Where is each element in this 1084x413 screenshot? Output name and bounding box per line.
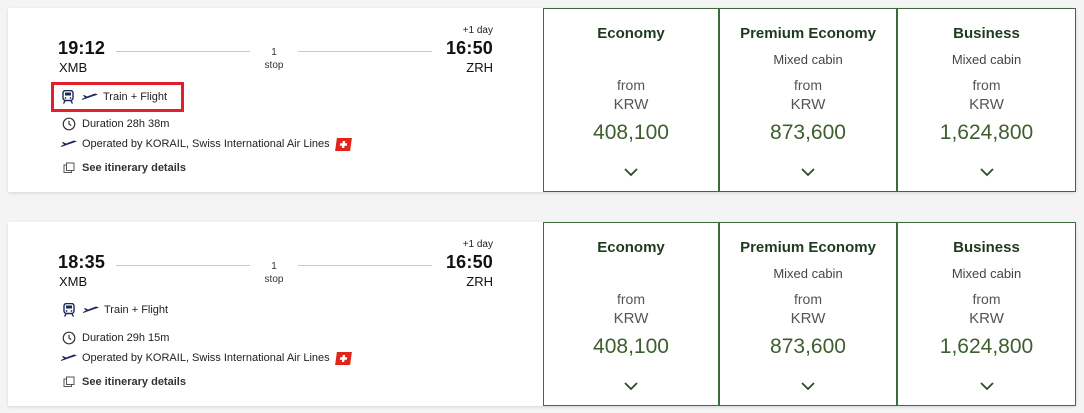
cabin-note: Mixed cabin xyxy=(951,52,1022,67)
cabin-note: Mixed cabin xyxy=(773,52,843,67)
fare-price: 1,624,800 xyxy=(939,121,1034,144)
plane-icon xyxy=(82,302,100,318)
train-icon xyxy=(59,89,77,105)
from-label: from xyxy=(972,291,1001,307)
cabin-name: Business xyxy=(953,239,1020,256)
stops-count: 1 xyxy=(271,47,277,58)
duration-row: Duration 29h 15m xyxy=(60,330,169,346)
chevron-down-icon xyxy=(624,382,638,391)
stops-indicator: 1 stop xyxy=(250,46,298,72)
from-label: from xyxy=(972,77,1001,93)
swiss-flag-icon xyxy=(334,351,352,365)
duration-row: Duration 28h 38m xyxy=(60,116,169,132)
cabin-note: Mixed cabin xyxy=(773,266,843,281)
fare-economy[interactable]: Economy from KRW 408,100 xyxy=(543,8,719,192)
arrival-day-offset: +1 day xyxy=(462,25,493,36)
clock-icon xyxy=(60,330,78,346)
flight-result-card: 18:35 XMB 1 stop +1 day 16:50 ZRH Train … xyxy=(8,222,1076,406)
flight-summary: 18:35 XMB 1 stop +1 day 16:50 ZRH Train … xyxy=(8,222,543,406)
external-link-icon xyxy=(60,160,78,176)
chevron-down-icon xyxy=(801,168,815,177)
chevron-down-icon xyxy=(979,382,994,391)
duration-label: Duration 29h 15m xyxy=(82,332,170,344)
chevron-down-icon xyxy=(801,382,815,391)
arrival-time: 16:50 xyxy=(445,252,493,272)
flight-summary: 19:12 XMB 1 stop +1 day 16:50 ZRH Train … xyxy=(8,8,543,192)
fare-price: 873,600 xyxy=(770,121,846,144)
cabin-note: Mixed cabin xyxy=(951,266,1022,281)
itinerary-details-link[interactable]: See itinerary details xyxy=(60,374,186,390)
stops-label: stop xyxy=(264,60,284,71)
cabin-name: Premium Economy xyxy=(740,25,876,42)
currency: KRW xyxy=(613,310,649,327)
fare-premium-economy[interactable]: Premium Economy Mixed cabin from KRW 873… xyxy=(719,222,897,406)
chevron-down-icon xyxy=(624,168,638,177)
currency: KRW xyxy=(790,310,826,327)
fare-price: 408,100 xyxy=(593,335,669,358)
from-label: from xyxy=(794,291,822,307)
transport-type-label: Train + Flight xyxy=(104,304,169,316)
plane-icon xyxy=(60,350,78,366)
cabin-name: Economy xyxy=(597,239,665,256)
arrival-airport-code: ZRH xyxy=(466,274,493,289)
currency: KRW xyxy=(790,96,826,113)
plane-icon xyxy=(60,136,78,152)
from-label: from xyxy=(617,291,645,307)
train-icon xyxy=(60,302,78,318)
transport-type-highlight: Train + Flight xyxy=(51,82,184,112)
currency: KRW xyxy=(969,310,1004,327)
operated-by-label: Operated by KORAIL, Swiss International … xyxy=(82,138,330,150)
arrival-airport-code: ZRH xyxy=(466,60,493,75)
swiss-flag-icon xyxy=(334,137,352,151)
fare-economy[interactable]: Economy from KRW 408,100 xyxy=(543,222,719,406)
transport-type-label: Train + Flight xyxy=(103,91,168,103)
fare-price: 408,100 xyxy=(593,121,669,144)
departure-time: 18:35 xyxy=(58,252,106,272)
operated-by-row: Operated by KORAIL, Swiss International … xyxy=(60,350,352,366)
departure-time: 19:12 xyxy=(58,38,106,58)
operated-by-row: Operated by KORAIL, Swiss International … xyxy=(60,136,352,152)
departure-airport-code: XMB xyxy=(59,274,88,289)
stops-count: 1 xyxy=(271,261,277,272)
stops-label: stop xyxy=(264,274,284,285)
cabin-name: Economy xyxy=(597,25,665,42)
currency: KRW xyxy=(969,96,1004,113)
plane-icon xyxy=(81,89,99,105)
itinerary-details-link[interactable]: See itinerary details xyxy=(60,160,186,176)
fare-business[interactable]: Business Mixed cabin from KRW 1,624,800 xyxy=(897,222,1076,406)
arrival-time: 16:50 xyxy=(445,38,493,58)
external-link-icon xyxy=(60,374,78,390)
arrival-day-offset: +1 day xyxy=(462,239,493,250)
fare-price: 873,600 xyxy=(770,335,846,358)
operated-by-label: Operated by KORAIL, Swiss International … xyxy=(82,352,330,364)
from-label: from xyxy=(794,77,822,93)
clock-icon xyxy=(60,116,78,132)
from-label: from xyxy=(617,77,645,93)
itinerary-details-label: See itinerary details xyxy=(82,376,186,388)
chevron-down-icon xyxy=(979,168,994,177)
fare-business[interactable]: Business Mixed cabin from KRW 1,624,800 xyxy=(897,8,1076,192)
fare-premium-economy[interactable]: Premium Economy Mixed cabin from KRW 873… xyxy=(719,8,897,192)
cabin-name: Business xyxy=(953,25,1020,42)
itinerary-details-label: See itinerary details xyxy=(82,162,186,174)
transport-type: Train + Flight xyxy=(60,302,168,318)
stops-indicator: 1 stop xyxy=(250,260,298,286)
fare-price: 1,624,800 xyxy=(939,335,1034,358)
departure-airport-code: XMB xyxy=(59,60,88,75)
flight-result-card: 19:12 XMB 1 stop +1 day 16:50 ZRH Train … xyxy=(8,8,1076,192)
duration-label: Duration 28h 38m xyxy=(82,118,170,130)
cabin-name: Premium Economy xyxy=(740,239,876,256)
currency: KRW xyxy=(613,96,649,113)
